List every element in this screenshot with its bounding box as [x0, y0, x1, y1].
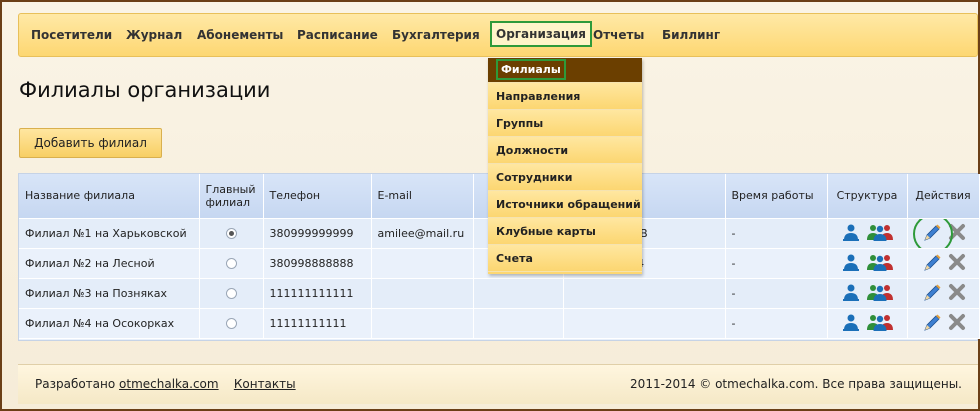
- group-icon[interactable]: [866, 313, 893, 334]
- cell-structure: [827, 308, 908, 339]
- col-header-phone[interactable]: Телефон: [263, 174, 372, 219]
- user-icon[interactable]: [842, 283, 860, 304]
- pencil-icon[interactable]: [922, 313, 942, 336]
- pencil-icon[interactable]: [922, 283, 942, 306]
- cell-actions: [907, 278, 980, 309]
- delete-icon[interactable]: [947, 252, 967, 275]
- main-branch-radio[interactable]: [225, 228, 237, 239]
- menu-item-club-cards[interactable]: Клубные карты: [488, 218, 642, 245]
- cell-hidden: [473, 308, 564, 339]
- pencil-icon[interactable]: [922, 223, 942, 246]
- cell-branch-name: Филиал №1 на Харьковской: [19, 218, 200, 249]
- cell-branch-name: Филиал №3 на Позняках: [19, 278, 200, 309]
- cell-hours: -: [725, 218, 828, 249]
- delete-icon[interactable]: [947, 312, 967, 335]
- table-row[interactable]: Филиал №4 на Осокорках 11111111111 -: [19, 308, 980, 339]
- cell-hours: -: [725, 248, 828, 279]
- cell-main-branch: [199, 308, 264, 339]
- nav-item-organization[interactable]: Организация: [490, 21, 592, 47]
- nav-item-subscriptions[interactable]: Абонементы: [197, 14, 283, 56]
- cell-hours: -: [725, 278, 828, 309]
- group-icon[interactable]: [866, 253, 893, 274]
- cell-phone: 380999999999: [263, 218, 372, 249]
- cell-branch-name: Филиал №2 на Лесной: [19, 248, 200, 279]
- cell-email: [371, 278, 474, 309]
- cell-branch-name: Филиал №4 на Осокорках: [19, 308, 200, 339]
- col-header-structure: Структура: [827, 174, 908, 219]
- cell-actions: [907, 248, 980, 279]
- cell-address: [563, 308, 726, 339]
- menu-item-branches-label: Филиалы: [496, 59, 566, 80]
- nav-item-accounting[interactable]: Бухгалтерия: [392, 14, 480, 56]
- col-header-main: Главный филиал: [199, 174, 264, 219]
- footer-copyright: 2011-2014 © otmechalka.com. Все права за…: [630, 377, 962, 391]
- table-row[interactable]: Филиал №3 на Позняках 111111111111 -: [19, 278, 980, 309]
- user-icon[interactable]: [842, 313, 860, 334]
- menu-item-employees[interactable]: Сотрудники: [488, 164, 642, 191]
- main-branch-radio[interactable]: [225, 258, 237, 269]
- col-header-email[interactable]: E-mail: [371, 174, 474, 219]
- footer-dev-link[interactable]: otmechalka.com: [119, 377, 219, 391]
- main-branch-radio[interactable]: [225, 288, 237, 299]
- nav-item-schedule[interactable]: Расписание: [297, 14, 378, 56]
- nav-item-reports[interactable]: Отчеты: [593, 14, 644, 56]
- menu-item-invoices[interactable]: Счета: [488, 245, 642, 272]
- cell-email: [371, 248, 474, 279]
- cell-phone: 11111111111: [263, 308, 372, 339]
- cell-main-branch: [199, 278, 264, 309]
- user-icon[interactable]: [842, 253, 860, 274]
- main-nav: Посетители Журнал Абонементы Расписание …: [18, 13, 978, 57]
- footer-left: Разработано otmechalka.com Контакты: [35, 377, 296, 391]
- cell-structure: [827, 278, 908, 309]
- nav-item-journal[interactable]: Журнал: [126, 14, 182, 56]
- cell-main-branch: [199, 248, 264, 279]
- page-title: Филиалы организации: [19, 78, 271, 102]
- menu-item-directions[interactable]: Направления: [488, 83, 642, 110]
- col-header-actions: Действия: [907, 174, 980, 219]
- cell-email: amilee@mail.ru: [371, 218, 474, 249]
- add-branch-button[interactable]: Добавить филиал: [19, 128, 162, 158]
- delete-icon[interactable]: [947, 282, 967, 305]
- cell-structure: [827, 218, 908, 249]
- col-header-hours: Время работы: [725, 174, 828, 219]
- footer-contacts-link[interactable]: Контакты: [234, 377, 296, 391]
- col-header-name[interactable]: Название филиала: [19, 174, 200, 219]
- pencil-icon[interactable]: [922, 253, 942, 276]
- group-icon[interactable]: [866, 223, 893, 244]
- user-icon[interactable]: [842, 223, 860, 244]
- main-branch-radio[interactable]: [225, 318, 237, 329]
- organization-dropdown: Филиалы Направления Группы Должности Сот…: [488, 58, 642, 274]
- cell-hours: -: [725, 308, 828, 339]
- cell-actions: [907, 308, 980, 339]
- footer: Разработано otmechalka.com Контакты 2011…: [18, 364, 978, 404]
- menu-item-groups[interactable]: Группы: [488, 110, 642, 137]
- cell-email: [371, 308, 474, 339]
- footer-developed-by: Разработано: [35, 377, 116, 391]
- cell-main-branch: [199, 218, 264, 249]
- cell-phone: 111111111111: [263, 278, 372, 309]
- app-window: Посетители Журнал Абонементы Расписание …: [0, 0, 980, 411]
- menu-item-referral-sources[interactable]: Источники обращений: [488, 191, 642, 218]
- group-icon[interactable]: [866, 283, 893, 304]
- cell-phone: 380998888888: [263, 248, 372, 279]
- cell-actions: [907, 218, 980, 249]
- nav-item-billing[interactable]: Биллинг: [662, 14, 720, 56]
- menu-item-positions[interactable]: Должности: [488, 137, 642, 164]
- menu-item-branches[interactable]: Филиалы: [488, 58, 642, 83]
- cell-address: [563, 278, 726, 309]
- nav-item-visitors[interactable]: Посетители: [31, 14, 112, 56]
- cell-structure: [827, 248, 908, 279]
- cell-hidden: [473, 278, 564, 309]
